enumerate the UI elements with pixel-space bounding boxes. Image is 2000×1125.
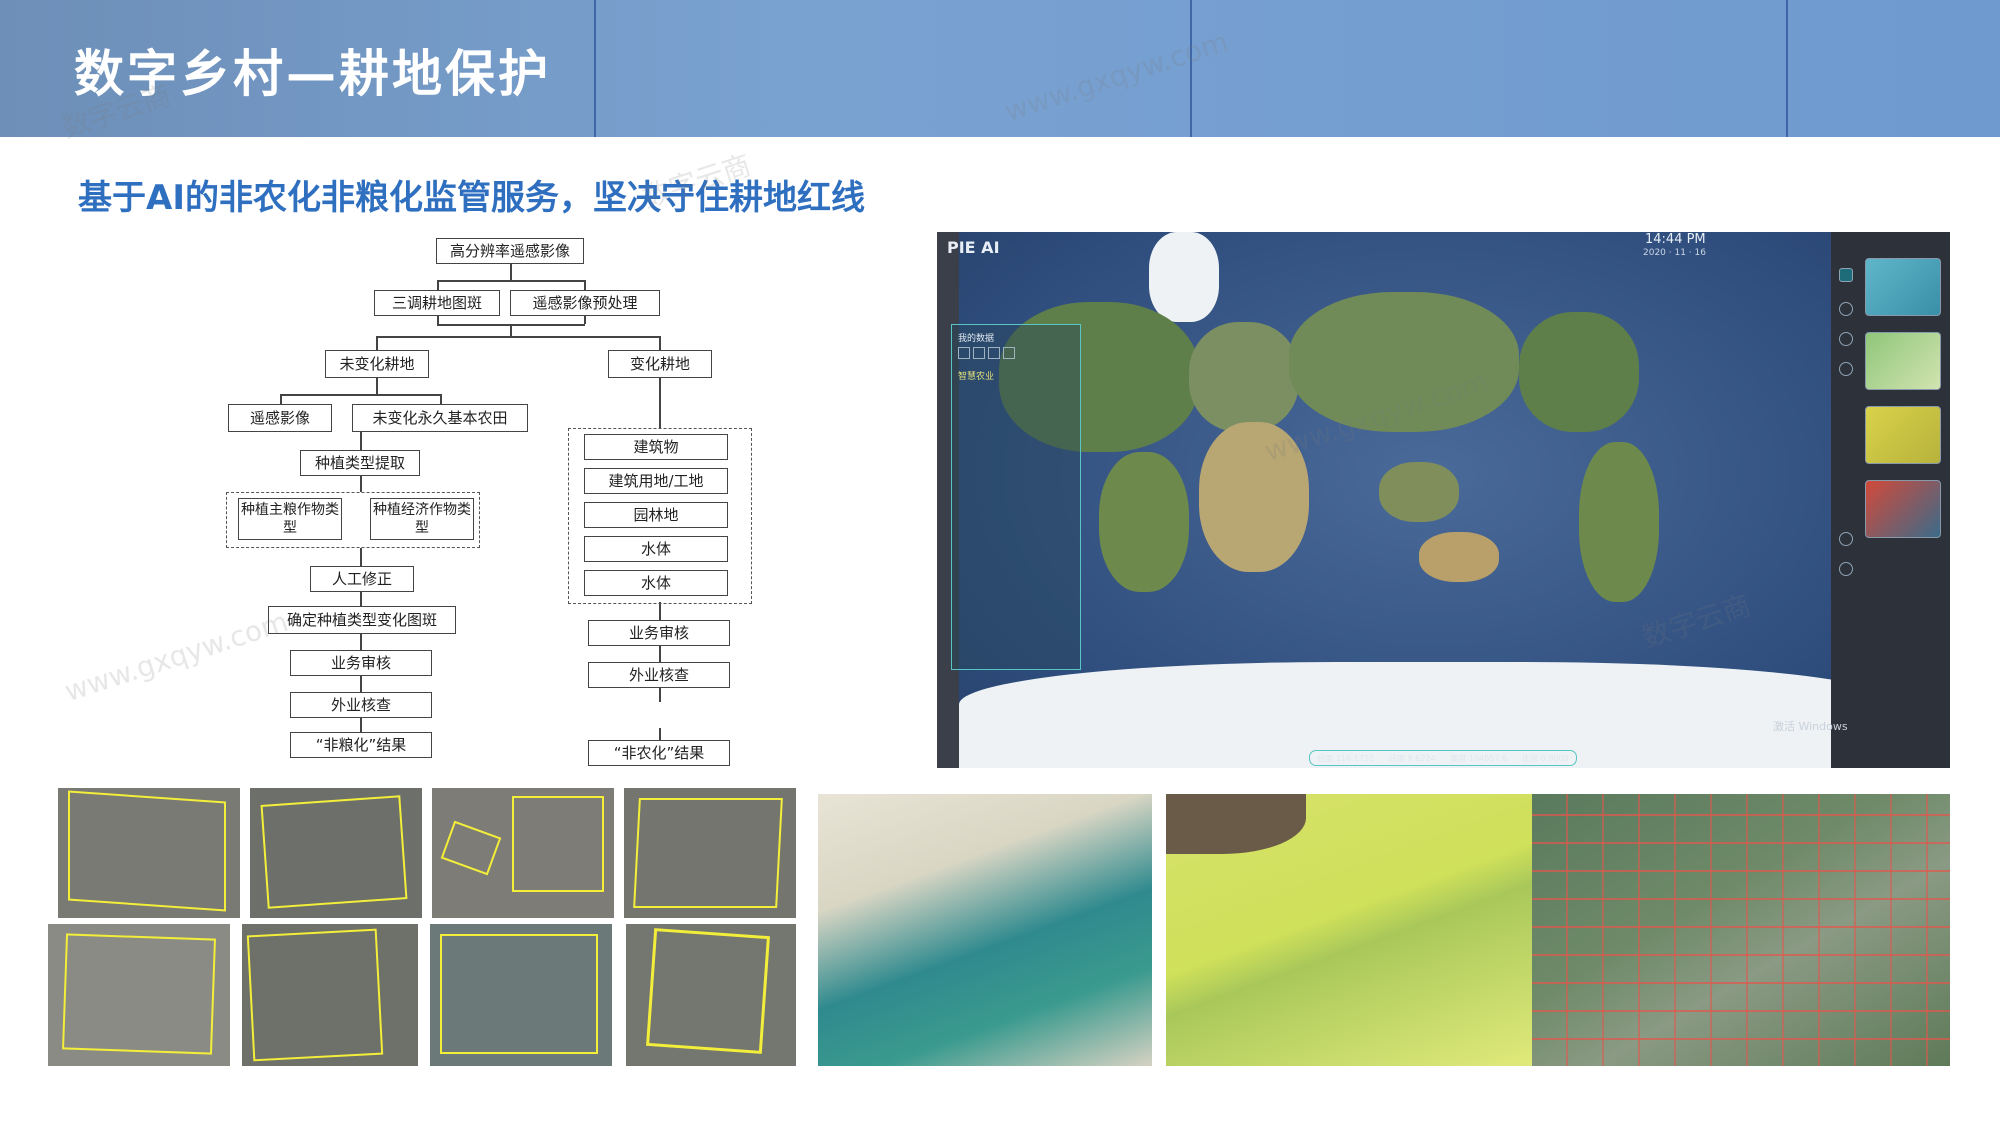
panel-title: 我的数据	[958, 334, 995, 344]
banner-divider	[1190, 0, 1192, 137]
coord-lon: 经度 116.1752	[1317, 753, 1375, 763]
tool-icon[interactable]	[1839, 362, 1853, 376]
zoom-out-icon[interactable]	[1839, 562, 1853, 576]
thumbnail-farmland[interactable]	[1865, 332, 1941, 390]
thumbnail-parcels[interactable]	[1865, 480, 1941, 538]
parcel-map	[1532, 794, 1950, 1066]
crop-map	[1166, 794, 1532, 1066]
sample-tile	[624, 788, 796, 918]
layer-toggle-icon[interactable]	[1839, 268, 1853, 282]
tool-icon[interactable]	[973, 347, 985, 359]
flow-crop-extract: 种植类型提取	[300, 450, 420, 476]
tool-icon[interactable]	[988, 347, 1000, 359]
page-subtitle: 基于AI的非农化非粮化监管服务，坚决守住耕地红线	[78, 178, 865, 218]
flow-unchanged: 未变化耕地	[325, 350, 429, 378]
coord-height: 高度 104857.6	[1450, 753, 1508, 763]
flow-confirm: 确定种植类型变化图斑	[268, 606, 456, 634]
flow-top: 高分辨率遥感影像	[436, 238, 584, 264]
layer-strip	[1831, 232, 1950, 768]
world-map[interactable]	[959, 232, 1903, 768]
pie-ai-map-app: PIE AI 14:44 PM 2020 · 11 · 16 我的数据 智慧农业…	[937, 232, 1950, 768]
flow-cash-type: 种植经济作物类型	[370, 498, 474, 540]
flow-review-right: 业务审核	[588, 620, 730, 646]
flow-field-left: 外业核查	[290, 692, 432, 718]
flow-changed: 变化耕地	[608, 350, 712, 378]
coord-scale: 比例 0.0000	[1521, 753, 1569, 763]
flow-building: 建筑物	[584, 434, 728, 460]
thumbnail-water[interactable]	[1865, 258, 1941, 316]
flow-basic-farmland: 未变化永久基本农田	[352, 404, 528, 432]
flow-water-1: 水体	[584, 536, 728, 562]
flow-manual: 人工修正	[310, 566, 414, 592]
banner-divider	[594, 0, 596, 137]
flow-garden: 园林地	[584, 502, 728, 528]
flow-review-left: 业务审核	[290, 650, 432, 676]
flow-water-2: 水体	[584, 570, 728, 596]
sample-tile	[432, 788, 614, 918]
flowchart: 高分辨率遥感影像 三调耕地图斑 遥感影像预处理 未变化耕地 变化耕地 遥感影像 …	[0, 230, 860, 775]
sample-tile	[58, 788, 240, 918]
thumbnail-crop[interactable]	[1865, 406, 1941, 464]
tool-icon[interactable]	[958, 347, 970, 359]
clock: 14:44 PM	[1645, 232, 1706, 247]
coord-lat: 纬度 9.6224	[1389, 753, 1436, 763]
tool-icon[interactable]	[1839, 332, 1853, 346]
sample-tile	[430, 924, 612, 1066]
flow-construction: 建筑用地/工地	[584, 468, 728, 494]
layer-item[interactable]: 智慧农业	[958, 369, 994, 382]
tool-icon[interactable]	[1003, 347, 1015, 359]
flow-result-right: “非农化”结果	[588, 740, 730, 766]
sample-tile	[626, 924, 796, 1066]
sample-tile	[250, 788, 422, 918]
data-panel: 我的数据 智慧农业	[951, 324, 1081, 670]
zoom-in-icon[interactable]	[1839, 532, 1853, 546]
app-logo: PIE AI	[947, 238, 1000, 257]
date: 2020 · 11 · 16	[1643, 248, 1706, 258]
non-farm-map	[818, 794, 1152, 1066]
page-title: 数字乡村—耕地保护	[74, 45, 551, 103]
flow-result-left: “非粮化”结果	[290, 732, 432, 758]
sample-tile	[242, 924, 418, 1066]
flow-grain-type: 种植主粮作物类型	[238, 498, 342, 540]
flow-survey-map: 三调耕地图斑	[374, 290, 500, 316]
panel-toolbar	[958, 347, 1018, 361]
flow-preprocess: 遥感影像预处理	[510, 290, 660, 316]
banner-divider	[1786, 0, 1788, 137]
flow-field-right: 外业核查	[588, 662, 730, 688]
sample-tile	[48, 924, 230, 1066]
header-banner: 数字乡村—耕地保护	[0, 0, 2000, 137]
tool-icon[interactable]	[1839, 302, 1853, 316]
coordinate-bar: 经度 116.1752 纬度 9.6224 高度 104857.6 比例 0.0…	[1309, 750, 1577, 766]
flow-rs-image: 遥感影像	[228, 404, 332, 432]
windows-watermark: 激活 Windows	[1773, 720, 1848, 733]
